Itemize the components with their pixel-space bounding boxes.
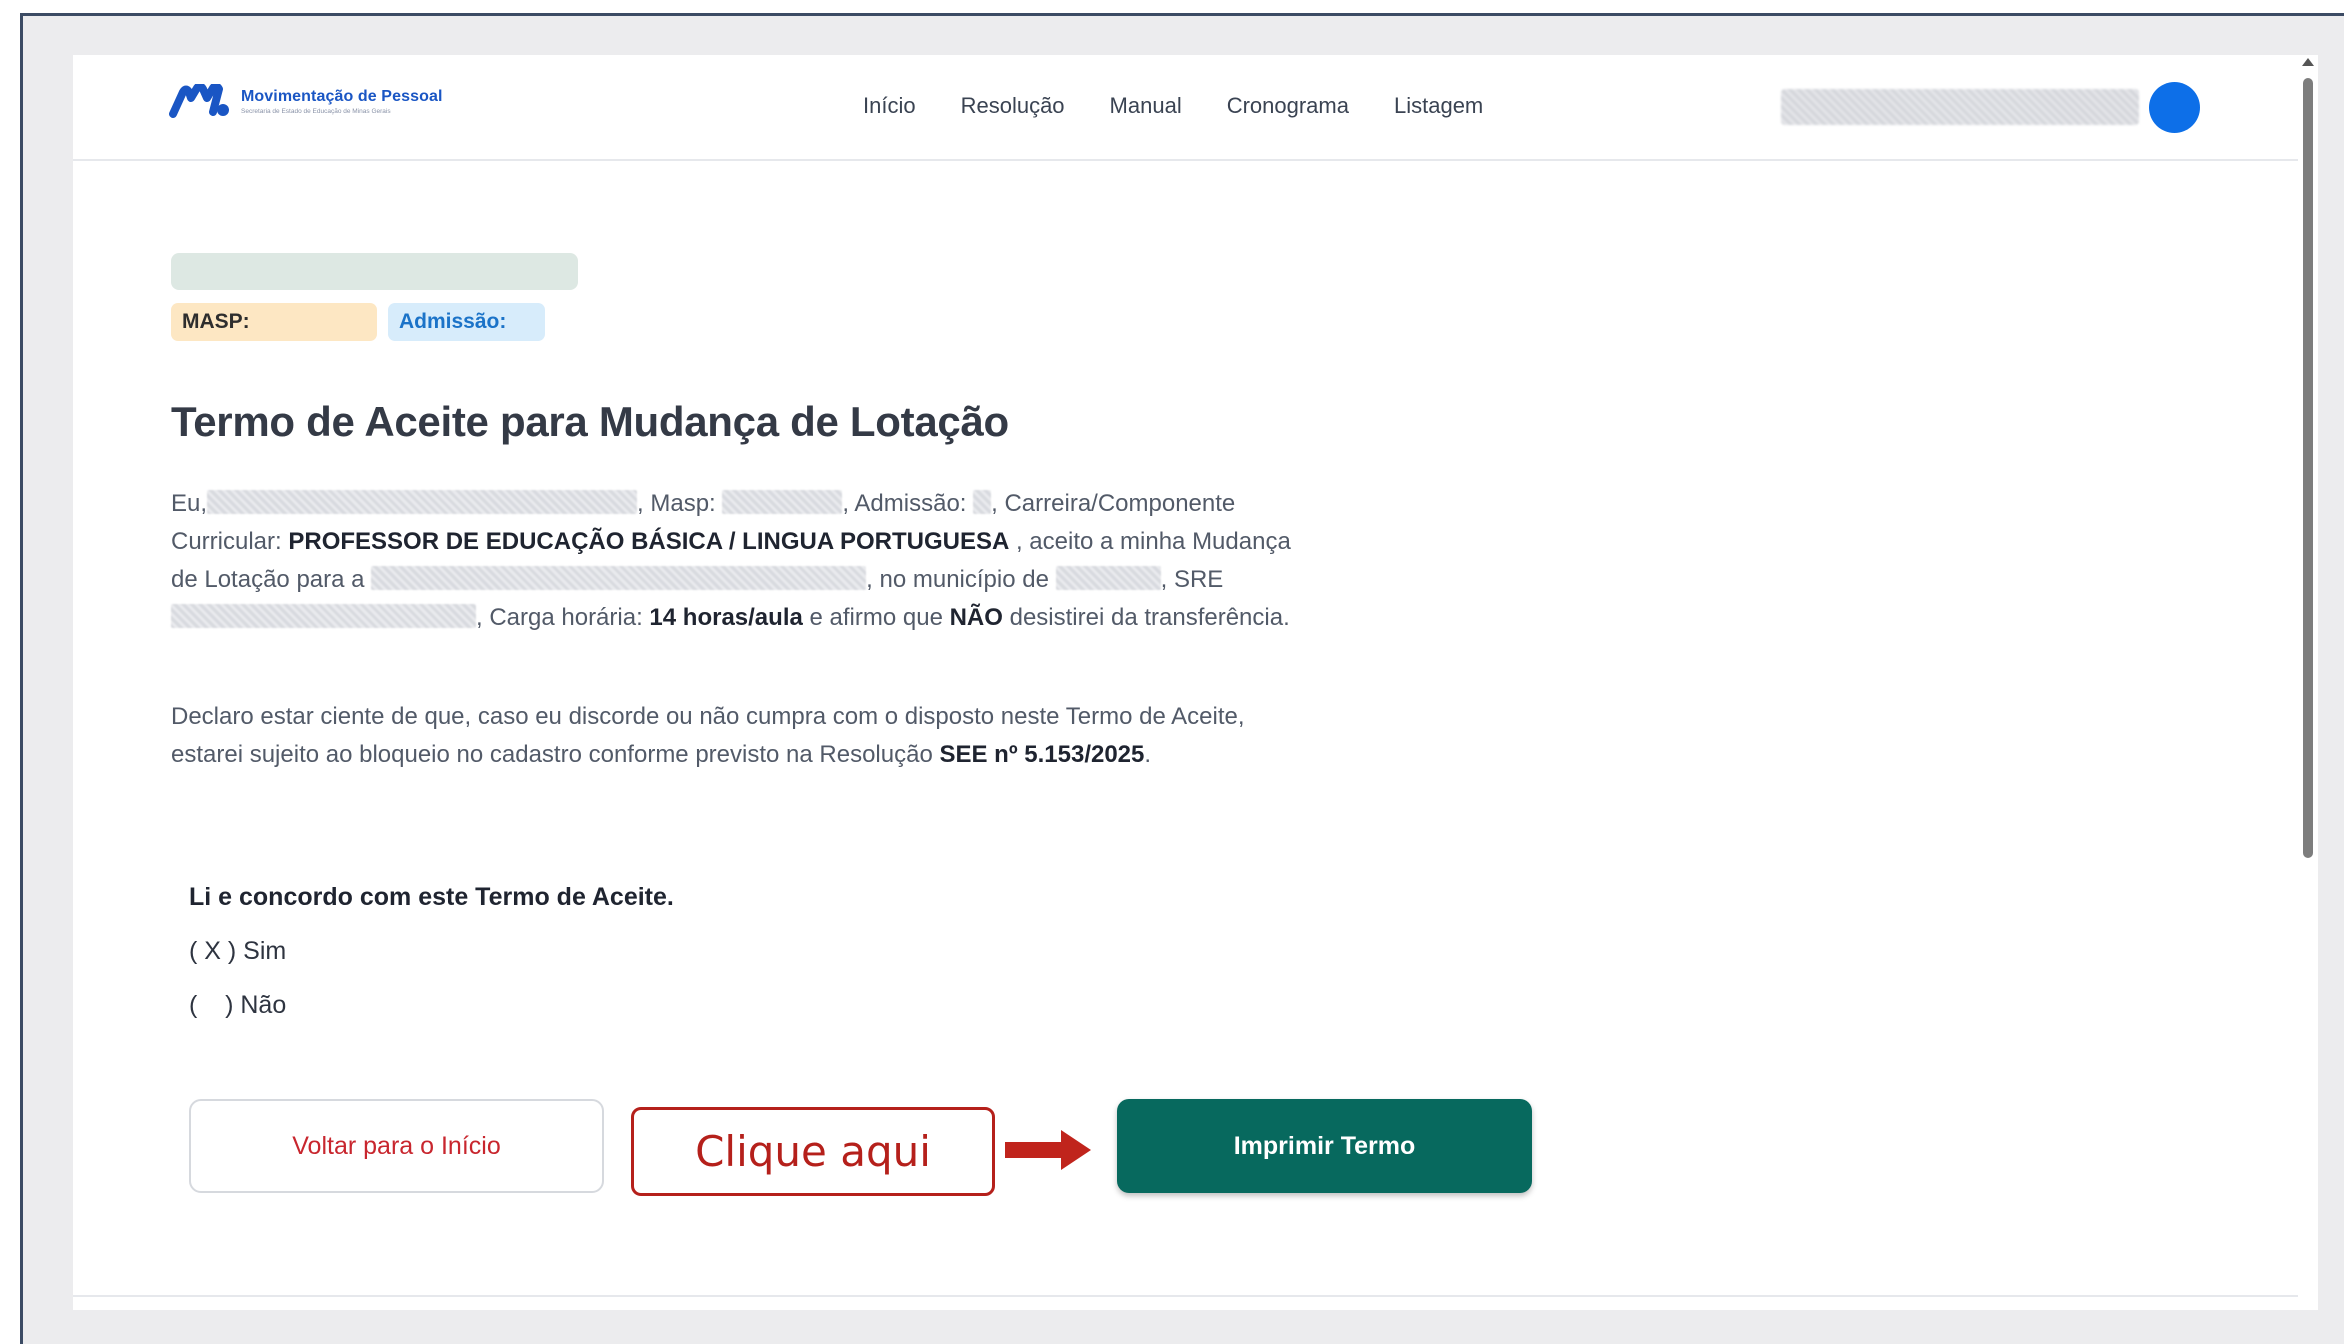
option-yes[interactable]: ( X ) Sim bbox=[189, 937, 286, 966]
logo-title: Movimentação de Pessoal bbox=[241, 88, 443, 105]
nav-manual[interactable]: Manual bbox=[1110, 93, 1182, 119]
scroll-up-icon[interactable] bbox=[2302, 58, 2314, 66]
user-name-bar-redacted bbox=[171, 253, 578, 290]
cargo-text: PROFESSOR DE EDUCAÇÃO BÁSICA / LINGUA PO… bbox=[288, 528, 1010, 555]
arrow-right-icon bbox=[1005, 1130, 1091, 1170]
masp-badge: MASP: bbox=[171, 303, 377, 341]
main-nav: Início Resolução Manual Cronograma Lista… bbox=[863, 93, 1528, 119]
redacted-admissao bbox=[973, 490, 992, 514]
page-title: Termo de Aceite para Mudança de Lotação bbox=[171, 398, 1009, 445]
logo-icon bbox=[169, 84, 229, 118]
logo-subtitle: Secretaria de Estado de Educação de Mina… bbox=[241, 108, 391, 115]
scroll-thumb[interactable] bbox=[2303, 78, 2313, 858]
nao-text: NÃO bbox=[949, 604, 1003, 631]
option-no[interactable]: ( ) Não bbox=[189, 991, 286, 1020]
nav-inicio[interactable]: Início bbox=[863, 93, 916, 119]
agreement-title: Li e concordo com este Termo de Aceite. bbox=[189, 883, 674, 911]
logo[interactable]: Movimentação de Pessoal Secretaria de Es… bbox=[169, 84, 443, 118]
user-name-redacted[interactable] bbox=[1781, 89, 2139, 125]
click-here-callout: Clique aqui bbox=[631, 1107, 995, 1196]
nav-resolucao[interactable]: Resolução bbox=[961, 93, 1065, 119]
nav-cronograma[interactable]: Cronograma bbox=[1227, 93, 1349, 119]
print-term-button[interactable]: Imprimir Termo bbox=[1117, 1099, 1532, 1193]
avatar[interactable] bbox=[2149, 82, 2200, 133]
redacted-municipio bbox=[1055, 566, 1161, 590]
redacted-masp bbox=[722, 490, 843, 514]
back-to-home-button[interactable]: Voltar para o Início bbox=[189, 1099, 604, 1193]
resolucao-text: SEE nº 5.153/2025 bbox=[939, 741, 1145, 768]
site-header: Movimentação de Pessoal Secretaria de Es… bbox=[73, 55, 2318, 161]
declaration-paragraph: Declaro estar ciente de que, caso eu dis… bbox=[171, 703, 1245, 768]
redacted-name bbox=[207, 490, 638, 514]
redacted-escola bbox=[371, 566, 867, 590]
carga-text: 14 horas/aula bbox=[649, 604, 803, 631]
admissao-badge: Admissão: bbox=[388, 303, 545, 341]
term-paragraph: Eu,, Masp: , Admissão: , Carreira/Compon… bbox=[171, 490, 1291, 631]
nav-listagem[interactable]: Listagem bbox=[1394, 93, 1483, 119]
page: Movimentação de Pessoal Secretaria de Es… bbox=[73, 55, 2318, 1310]
redacted-sre bbox=[171, 604, 476, 628]
scrollbar[interactable] bbox=[2298, 58, 2318, 1308]
footer-divider bbox=[73, 1295, 2318, 1297]
